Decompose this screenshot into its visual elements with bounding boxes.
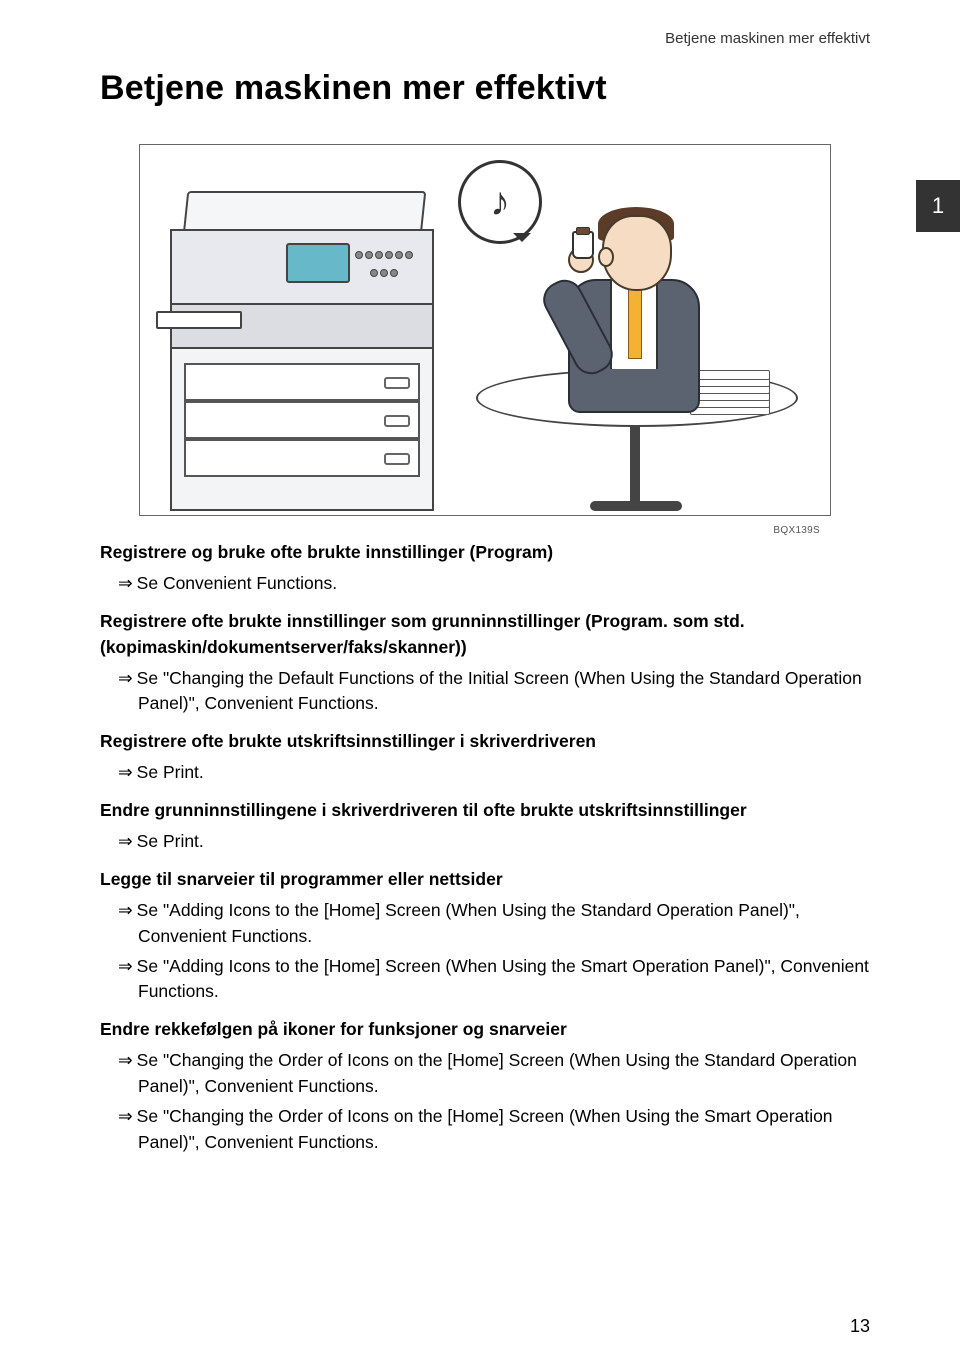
- reference-line: ⇒Se Print.: [138, 760, 870, 786]
- illustration: ♪: [139, 144, 831, 516]
- reference-line: ⇒Se "Changing the Default Functions of t…: [138, 666, 870, 718]
- reference-line: ⇒Se "Adding Icons to the [Home] Screen (…: [138, 954, 870, 1006]
- section-heading: Registrere ofte brukte innstillinger som…: [100, 609, 870, 661]
- illustration-code: BQX139S: [773, 525, 820, 536]
- reference-text: Se "Changing the Order of Icons on the […: [137, 1106, 833, 1152]
- reference-text: Se Print.: [137, 762, 204, 782]
- section-heading: Registrere og bruke ofte brukte innstill…: [100, 540, 870, 566]
- arrow-icon: ⇒: [118, 900, 133, 920]
- reference-text: Se "Adding Icons to the [Home] Screen (W…: [137, 900, 800, 946]
- chapter-tab: 1: [916, 180, 960, 232]
- reference-line: ⇒Se Print.: [138, 829, 870, 855]
- arrow-icon: ⇒: [118, 762, 133, 782]
- reference-line: ⇒Se "Changing the Order of Icons on the …: [138, 1048, 870, 1100]
- arrow-icon: ⇒: [118, 1050, 133, 1070]
- arrow-icon: ⇒: [118, 668, 133, 688]
- reference-text: Se "Adding Icons to the [Home] Screen (W…: [137, 956, 869, 1002]
- copier-graphic: [170, 191, 445, 511]
- page-title: Betjene maskinen mer effektivt: [100, 69, 870, 108]
- arrow-icon: ⇒: [118, 831, 133, 851]
- arrow-icon: ⇒: [118, 956, 133, 976]
- illustration-wrapper: ♪ BQX139S: [100, 144, 870, 516]
- running-header: Betjene maskinen mer effektivt: [100, 30, 870, 47]
- section-heading: Registrere ofte brukte utskriftsinnstill…: [100, 729, 870, 755]
- section-heading: Endre grunninnstillingene i skriverdrive…: [100, 798, 870, 824]
- arrow-icon: ⇒: [118, 573, 133, 593]
- reference-line: ⇒Se Convenient Functions.: [138, 571, 870, 597]
- document-page: Betjene maskinen mer effektivt Betjene m…: [0, 0, 960, 1365]
- reference-line: ⇒Se "Changing the Order of Icons on the …: [138, 1104, 870, 1156]
- reference-text: Se "Changing the Default Functions of th…: [137, 668, 862, 714]
- reference-text: Se Convenient Functions.: [137, 573, 337, 593]
- reference-line: ⇒Se "Adding Icons to the [Home] Screen (…: [138, 898, 870, 950]
- reference-text: Se Print.: [137, 831, 204, 851]
- section-heading: Legge til snarveier til programmer eller…: [100, 867, 870, 893]
- body-content: Registrere og bruke ofte brukte innstill…: [100, 540, 870, 1156]
- arrow-icon: ⇒: [118, 1106, 133, 1126]
- section-heading: Endre rekkefølgen på ikoner for funksjon…: [100, 1017, 870, 1043]
- reference-text: Se "Changing the Order of Icons on the […: [137, 1050, 857, 1096]
- person-graphic: [480, 181, 790, 511]
- page-number: 13: [850, 1316, 870, 1337]
